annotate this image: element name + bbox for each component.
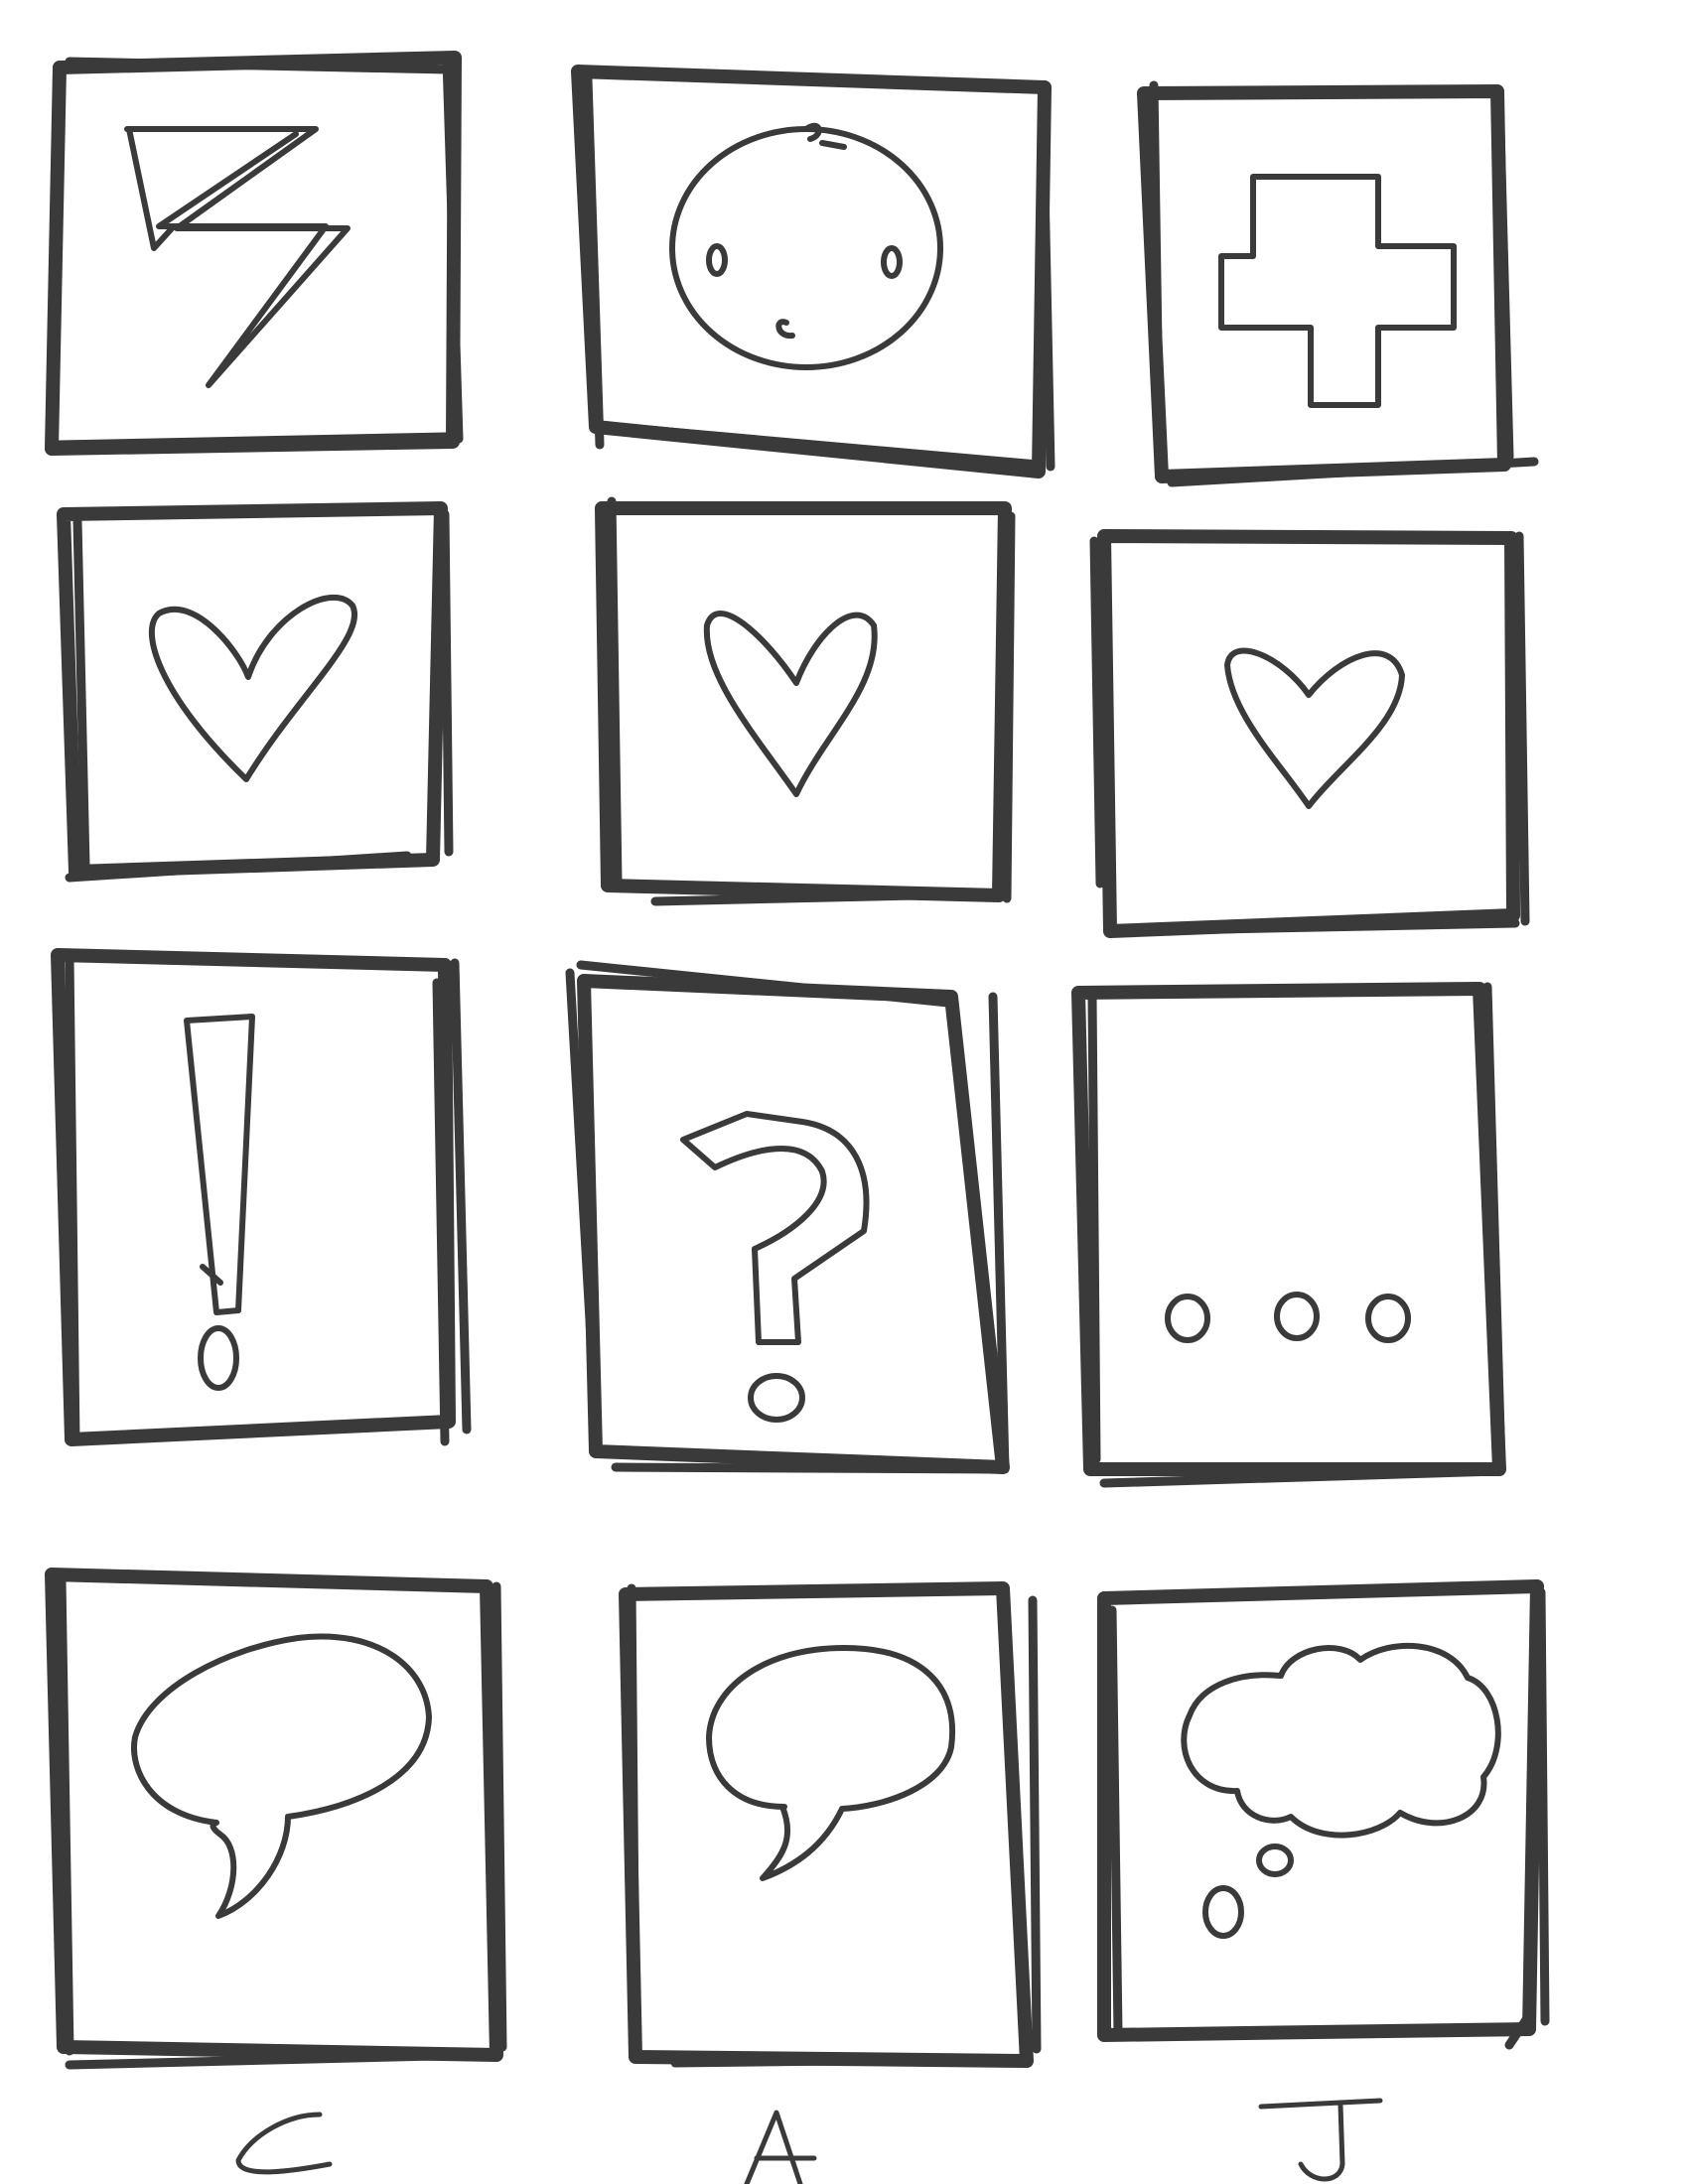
ellipsis-icon <box>1165 1292 1411 1343</box>
tile-heart-3 <box>1089 529 1530 938</box>
speech-bubble-icon <box>706 1645 956 1881</box>
tile-heart-1 <box>57 501 454 883</box>
column-label-a <box>744 2110 817 2184</box>
tile-exclamation <box>51 948 472 1446</box>
speech-bubble-icon <box>131 1633 432 1919</box>
exclamation-icon <box>184 1014 255 1391</box>
tile-lightning <box>45 51 464 456</box>
heart-icon <box>703 611 878 797</box>
tile-speech-2 <box>619 1581 1042 2068</box>
thought-bubble-icon <box>1181 1642 1501 1939</box>
tile-speech-1 <box>45 1568 507 2070</box>
tile-heart-2 <box>595 496 1016 906</box>
heart-icon <box>1224 647 1405 809</box>
icon-sketch-sheet <box>45 51 1550 2184</box>
cross-icon <box>1218 174 1457 408</box>
lightning-bolt-icon <box>124 126 351 388</box>
baby-face-icon <box>669 122 943 370</box>
column-label-j <box>1258 2098 1383 2182</box>
tile-thought <box>1097 1579 1550 2050</box>
tile-cross <box>1137 80 1539 487</box>
column-label-c <box>235 2112 333 2175</box>
heart-icon <box>149 594 357 782</box>
tile-ellipsis <box>1071 982 1506 1488</box>
tile-face <box>571 65 1055 478</box>
tile-question <box>565 960 1010 1474</box>
question-mark-icon <box>680 1111 870 1423</box>
